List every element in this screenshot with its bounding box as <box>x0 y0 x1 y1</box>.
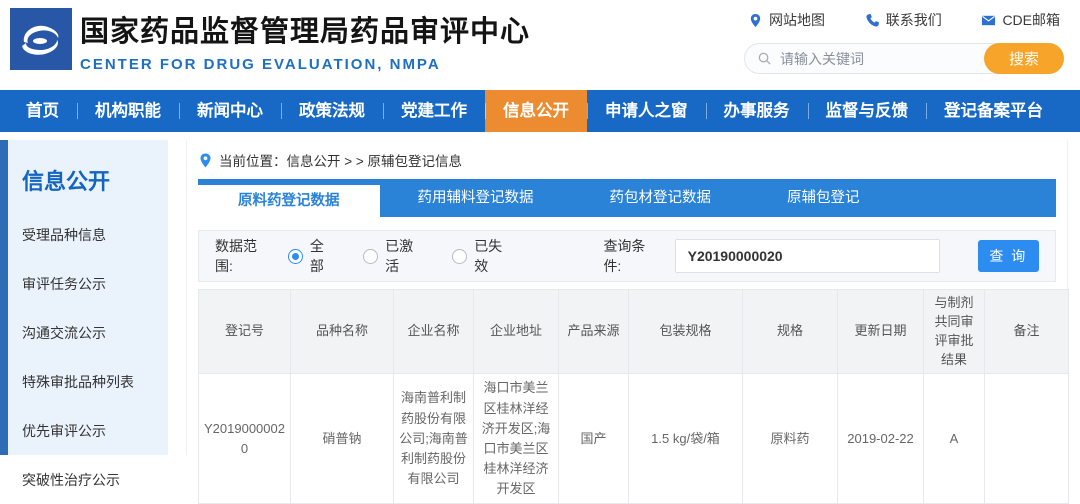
cell-registration-no: Y20190000020 <box>199 374 291 504</box>
sitemap-link[interactable]: 网站地图 <box>748 10 825 30</box>
tab-apief-registration[interactable]: 原辅包登记 <box>749 179 898 217</box>
nav-item-registration-platform[interactable]: 登记备案平台 <box>926 90 1061 132</box>
col-header-company-address: 企业地址 <box>474 290 559 374</box>
nav-item-home[interactable]: 首页 <box>8 90 77 132</box>
cell-company-address: 海口市美兰区桂林洋经济开发区;海口市美兰区桂林洋经济开发区 <box>474 374 559 504</box>
radio-dot <box>452 249 467 264</box>
col-header-product-origin: 产品来源 <box>559 290 629 374</box>
sidebar-item-accepted-varieties[interactable]: 受理品种信息 <box>22 225 168 245</box>
contact-link[interactable]: 联系我们 <box>865 10 942 30</box>
main-nav: 首页 机构职能 新闻中心 政策法规 党建工作 信息公开 申请人之窗 办事服务 监… <box>0 90 1080 132</box>
nav-item-functions[interactable]: 机构职能 <box>77 90 179 132</box>
filter-panel: 数据范围: 全部 已激活 已失效 查询条件: 查 询 <box>198 230 1056 282</box>
site-title: 国家药品监督管理局药品审评中心 <box>80 8 530 50</box>
col-header-packaging-spec: 包装规格 <box>629 290 743 374</box>
query-label: 查询条件: <box>603 236 662 276</box>
cde-logo <box>10 8 72 70</box>
site-subtitle: CENTER FOR DRUG EVALUATION, NMPA <box>80 56 530 73</box>
col-header-registration-no: 登记号 <box>199 290 291 374</box>
sidebar-item-breakthrough-therapy[interactable]: 突破性治疗公示 <box>22 470 168 490</box>
col-header-spec: 规格 <box>743 290 838 374</box>
sidebar-stripe <box>0 140 8 455</box>
quick-link-label: CDE邮箱 <box>1002 10 1060 30</box>
scope-label: 数据范围: <box>215 236 274 276</box>
logo-swirl-icon <box>10 8 72 70</box>
radio-label: 已失效 <box>474 236 515 276</box>
breadcrumb: 当前位置：信息公开 > > 原辅包登记信息 <box>198 149 1056 171</box>
phone-icon <box>865 13 880 28</box>
search-input[interactable] <box>780 51 950 67</box>
nav-item-applicant-window[interactable]: 申请人之窗 <box>587 90 706 132</box>
col-header-variety-name: 品种名称 <box>291 290 394 374</box>
scope-radio-group: 全部 已激活 已失效 <box>288 236 515 276</box>
query-input[interactable] <box>675 239 940 273</box>
search-row: 搜索 <box>744 43 1064 74</box>
col-header-joint-review-result: 与制剂共同审评审批结果 <box>924 290 985 374</box>
tab-packaging-registration-data[interactable]: 药包材登记数据 <box>572 179 750 217</box>
header-right: 网站地图 联系我们 CDE邮箱 搜索 <box>744 10 1064 74</box>
query-button[interactable]: 查 询 <box>978 240 1039 272</box>
radio-label: 全部 <box>310 236 337 276</box>
title-block: 国家药品监督管理局药品审评中心 CENTER FOR DRUG EVALUATI… <box>80 8 530 73</box>
tab-excipient-registration-data[interactable]: 药用辅料登记数据 <box>380 179 572 217</box>
col-header-remarks: 备注 <box>985 290 1069 374</box>
radio-all[interactable]: 全部 <box>288 236 337 276</box>
sidebar: 信息公开 受理品种信息 审评任务公示 沟通交流公示 特殊审批品种列表 优先审评公… <box>0 140 168 455</box>
nav-item-supervision[interactable]: 监督与反馈 <box>808 90 927 132</box>
envelope-icon <box>981 13 996 28</box>
quick-link-label: 联系我们 <box>886 10 942 30</box>
radio-dot <box>363 249 378 264</box>
table-header-row: 登记号 品种名称 企业名称 企业地址 产品来源 包装规格 规格 更新日期 与制剂… <box>199 290 1069 374</box>
cell-spec: 原料药 <box>743 374 838 504</box>
col-header-company-name: 企业名称 <box>394 290 474 374</box>
sidebar-item-priority-review[interactable]: 优先审评公示 <box>22 421 168 441</box>
cell-product-origin: 国产 <box>559 374 629 504</box>
nav-item-party[interactable]: 党建工作 <box>383 90 485 132</box>
nav-item-news[interactable]: 新闻中心 <box>179 90 281 132</box>
location-pin-icon <box>199 153 212 168</box>
radio-expired[interactable]: 已失效 <box>452 236 515 276</box>
main-content: 当前位置：信息公开 > > 原辅包登记信息 原料药登记数据 药用辅料登记数据 药… <box>186 140 1068 455</box>
cell-joint-review-result: A <box>924 374 985 504</box>
registration-table: 登记号 品种名称 企业名称 企业地址 产品来源 包装规格 规格 更新日期 与制剂… <box>198 289 1069 504</box>
tab-api-registration-data[interactable]: 原料药登记数据 <box>198 185 380 217</box>
cde-mail-link[interactable]: CDE邮箱 <box>981 10 1060 30</box>
cell-update-date: 2019-02-22 <box>838 374 924 504</box>
radio-activated[interactable]: 已激活 <box>363 236 426 276</box>
sidebar-item-special-approval[interactable]: 特殊审批品种列表 <box>22 372 168 392</box>
sidebar-item-communication[interactable]: 沟通交流公示 <box>22 323 168 343</box>
cell-remarks <box>985 374 1069 504</box>
col-header-update-date: 更新日期 <box>838 290 924 374</box>
nav-item-policies[interactable]: 政策法规 <box>281 90 383 132</box>
site-header: 国家药品监督管理局药品审评中心 CENTER FOR DRUG EVALUATI… <box>0 0 1080 90</box>
cell-company-name: 海南普利制药股份有限公司;海南普利制药股份有限公司 <box>394 374 474 504</box>
cell-packaging-spec: 1.5 kg/袋/箱 <box>629 374 743 504</box>
sidebar-title: 信息公开 <box>22 164 168 196</box>
quick-links: 网站地图 联系我们 CDE邮箱 <box>744 10 1064 30</box>
nav-item-info-disclosure[interactable]: 信息公开 <box>485 90 587 132</box>
nav-item-services[interactable]: 办事服务 <box>706 90 808 132</box>
location-pin-icon <box>748 13 763 28</box>
cell-variety-name: 硝普钠 <box>291 374 394 504</box>
search-button[interactable]: 搜索 <box>984 43 1064 74</box>
search-icon <box>757 51 772 66</box>
sidebar-item-review-tasks[interactable]: 审评任务公示 <box>22 274 168 294</box>
radio-dot <box>288 249 303 264</box>
tab-bar: 原料药登记数据 药用辅料登记数据 药包材登记数据 原辅包登记 <box>198 179 1056 217</box>
radio-label: 已激活 <box>385 236 426 276</box>
table-row[interactable]: Y20190000020 硝普钠 海南普利制药股份有限公司;海南普利制药股份有限… <box>199 374 1069 504</box>
quick-link-label: 网站地图 <box>769 10 825 30</box>
breadcrumb-text: 当前位置：信息公开 > > 原辅包登记信息 <box>219 150 462 170</box>
